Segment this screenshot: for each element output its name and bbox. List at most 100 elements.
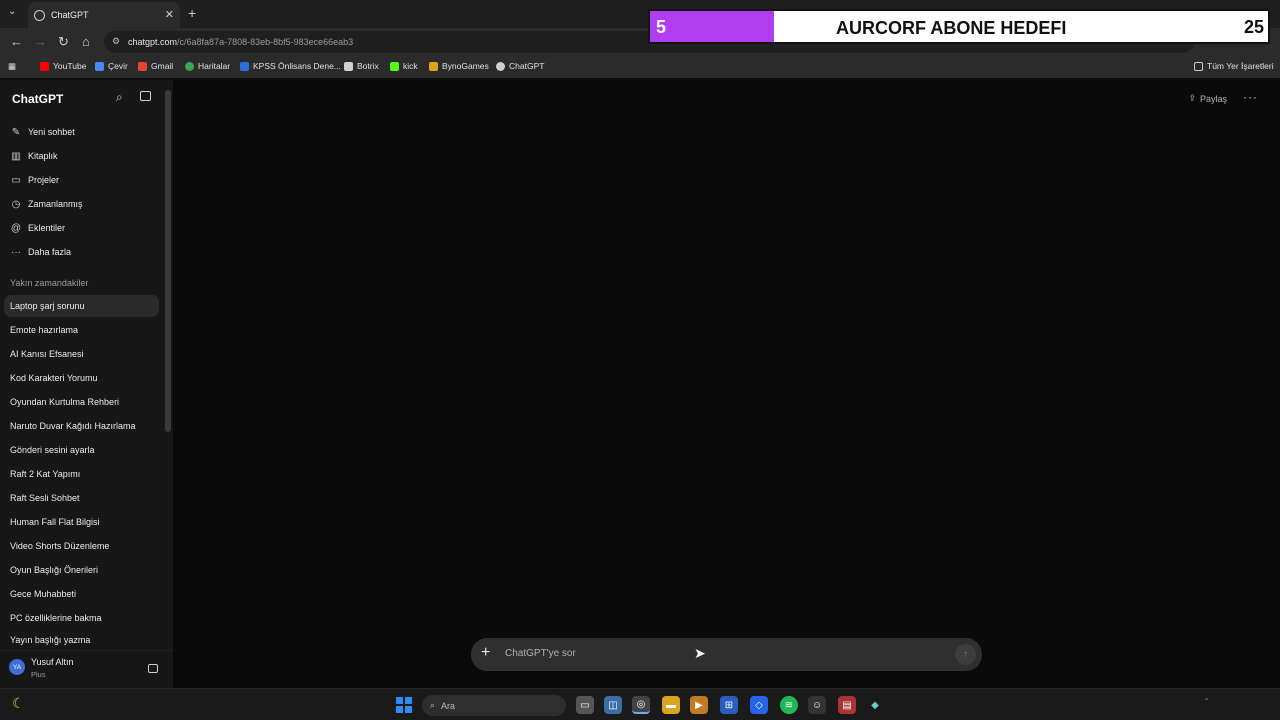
goal-current: 5: [656, 17, 667, 37]
bookmark-botrix[interactable]: Botrix: [344, 61, 379, 71]
share-button[interactable]: ⇪ Paylaş: [1188, 93, 1227, 104]
bookmark-youtube[interactable]: YouTube: [40, 61, 86, 71]
menu-item-label: Eklentiler: [28, 223, 66, 233]
bookmarks-bar: ▦ YouTube Çevir Gmail Haritalar KPSS Önl…: [0, 56, 1280, 78]
widgets-icon[interactable]: ◫: [604, 696, 622, 714]
clock-icon: ◷: [11, 198, 21, 210]
bookmark-bynogames[interactable]: BynoGames: [429, 61, 489, 71]
chat-history-item[interactable]: Gece Muhabbeti: [4, 583, 159, 605]
site-info-icon[interactable]: ⚙: [112, 36, 120, 47]
more-dots-icon: ···: [11, 246, 21, 258]
chat-history-item[interactable]: Oyundan Kurtulma Rehberi: [4, 391, 159, 413]
bookmark-haritalar[interactable]: Haritalar: [185, 61, 230, 71]
menu-item-label: Projeler: [28, 175, 60, 185]
spotify-icon[interactable]: ≋: [780, 696, 798, 714]
weather-moon-icon[interactable]: ☾: [12, 695, 25, 712]
chat-history-item[interactable]: Human Fall Flat Bilgisi: [4, 511, 159, 533]
menu-item-2[interactable]: ▭ Projeler: [10, 169, 160, 191]
new-chat-icon: ✎: [11, 126, 21, 138]
new-tab-icon[interactable]: +: [188, 5, 196, 21]
bookmark-gmail[interactable]: Gmail: [138, 61, 173, 71]
chat-history-item[interactable]: Kod Karakteri Yorumu: [4, 367, 159, 389]
gmail-icon: [138, 61, 147, 71]
toggle-sidebar-icon[interactable]: [140, 91, 151, 101]
close-tab-icon[interactable]: ✕: [165, 8, 174, 21]
bookmark-chatgpt[interactable]: ChatGPT: [496, 61, 544, 71]
chat-history-item[interactable]: AI Kanısı Efsanesi: [4, 343, 159, 365]
task-view-icon[interactable]: ▭: [576, 696, 594, 714]
chat-history-item[interactable]: Laptop şarj sorunu: [4, 295, 159, 317]
bookmark-kpss[interactable]: KPSS Önlisans Dene...: [240, 61, 341, 71]
subscriber-goal-overlay: 5 AURCORF ABONE HEDEFI 25: [648, 9, 1270, 44]
menu-item-3[interactable]: ◷ Zamanlanmış: [10, 193, 160, 215]
kpss-icon: [240, 61, 249, 71]
user-profile[interactable]: YA Yusuf Altın Plus: [0, 650, 173, 688]
search-icon[interactable]: ⌕: [116, 90, 123, 105]
chat-history-item[interactable]: Gönderi sesini ayarla: [4, 439, 159, 461]
send-button[interactable]: ↑: [955, 644, 976, 665]
bookmark-kick[interactable]: kick: [390, 61, 418, 71]
chat-history-item[interactable]: Oyun Başlığı Önerileri: [4, 559, 159, 581]
user-plan: Plus: [31, 670, 46, 679]
winrar-icon[interactable]: ▤: [838, 696, 856, 714]
tab-search-icon[interactable]: ⌄: [8, 6, 16, 17]
chat-history-item[interactable]: Video Shorts Düzenleme: [4, 535, 159, 557]
sidebar-scrollbar[interactable]: [165, 90, 171, 432]
chat-history-item[interactable]: Raft 2 Kat Yapımı: [4, 463, 159, 485]
avatar: YA: [9, 659, 25, 675]
chat-history-item[interactable]: Yayın başlığı yazma: [4, 631, 159, 648]
share-icon: ⇪: [1188, 93, 1196, 103]
menu-item-5[interactable]: ··· Daha fazla: [10, 241, 160, 263]
chat-history-item[interactable]: PC özelliklerine bakma: [4, 607, 159, 629]
all-bookmarks[interactable]: Tüm Yer İşaretleri: [1194, 61, 1274, 71]
bynogames-icon: [429, 61, 438, 71]
botrix-icon: [344, 61, 353, 71]
chrome-icon[interactable]: ◎: [632, 696, 650, 714]
file-explorer-icon[interactable]: ▬: [662, 696, 680, 714]
reload-icon[interactable]: ↻: [58, 34, 69, 50]
arrow-up-icon: ↑: [963, 649, 968, 660]
chat-history-item[interactable]: Raft Sesli Sohbet: [4, 487, 159, 509]
taskbar-search-label: Ara: [441, 700, 456, 711]
browser-tab-chatgpt[interactable]: ChatGPT ✕: [28, 2, 180, 28]
system-tray-icon[interactable]: ⌃: [1203, 697, 1210, 706]
brand-title[interactable]: ChatGPT: [12, 92, 63, 106]
menu-item-4[interactable]: @ Eklentiler: [10, 217, 160, 239]
prompt-input[interactable]: ChatGPT'ye sor: [505, 648, 576, 659]
url-path: /c/6a8fa87a-7808-83eb-8bf5-983ece66eab3: [177, 37, 354, 47]
chatgpt-icon: [496, 61, 505, 71]
user-name: Yusuf Altın: [31, 657, 74, 667]
folder-icon: ▭: [11, 174, 21, 186]
bookmark-cevir[interactable]: Çevir: [95, 61, 128, 71]
chat-history-item[interactable]: Naruto Duvar Kağıdı Hazırlama: [4, 415, 159, 437]
menu-item-label: Kitaplık: [28, 151, 58, 161]
chat-history-item[interactable]: Emote hazırlama: [4, 319, 159, 341]
store-icon[interactable]: ⊞: [720, 696, 738, 714]
sidebar: ChatGPT ⌕ ✎ Yeni sohbet ▥ Kitaplık ▭ Projeler…: [0, 80, 173, 688]
chatgpt-favicon-icon: [34, 9, 45, 21]
menu-item-1[interactable]: ▥ Kitaplık: [10, 145, 160, 167]
recent-section-title: Yakın zamandakiler: [10, 278, 89, 288]
more-options-icon[interactable]: ···: [1243, 90, 1258, 104]
menu-item-0[interactable]: ✎ Yeni sohbet: [10, 121, 160, 143]
roblox-icon[interactable]: ◇: [750, 696, 768, 714]
app-icon[interactable]: ◆: [866, 696, 884, 714]
goal-title: AURCORF ABONE HEDEFI: [836, 18, 1067, 38]
forward-icon[interactable]: →: [34, 34, 47, 49]
discord-icon[interactable]: ☺: [808, 696, 826, 714]
apps-icon[interactable]: [148, 664, 158, 673]
back-icon[interactable]: ←: [10, 34, 23, 49]
folder-icon: [1194, 61, 1203, 71]
library-icon: ▥: [11, 150, 21, 162]
tab-title: ChatGPT: [51, 10, 89, 20]
menu-item-label: Yeni sohbet: [28, 127, 75, 137]
taskbar-search[interactable]: ⌕ Ara: [422, 695, 566, 716]
search-icon: ⌕: [430, 700, 436, 710]
home-icon[interactable]: ⌂: [82, 34, 90, 49]
maps-icon: [185, 61, 194, 71]
composer[interactable]: + ChatGPT'ye sor ↑: [471, 638, 982, 671]
attach-plus-icon[interactable]: +: [481, 644, 490, 662]
media-app-icon[interactable]: ▶: [690, 696, 708, 714]
apps-grid-icon[interactable]: ▦: [8, 61, 16, 72]
start-button[interactable]: [396, 697, 412, 713]
